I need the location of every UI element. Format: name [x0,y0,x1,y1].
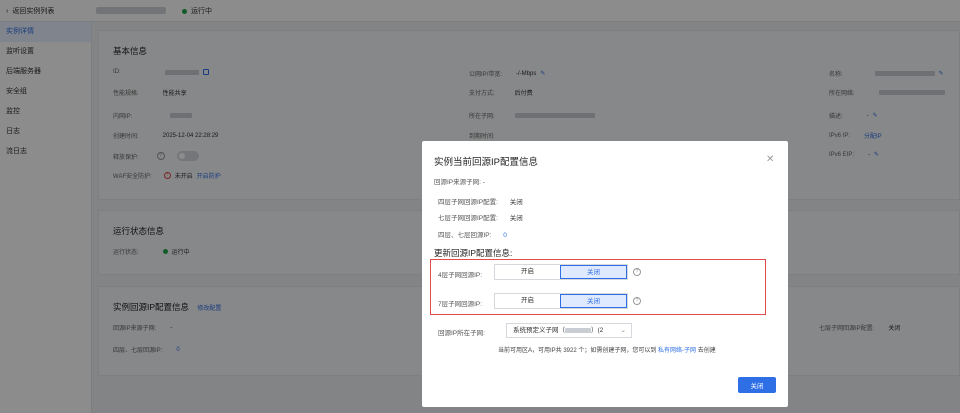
chevron-down-icon: ⌄ [620,327,626,334]
row7-on-option[interactable]: 开启 [495,294,560,308]
modal-l4-row: 四层子网回源IP配置: 关闭 [438,199,523,206]
row7-label: 7层子网回源IP: [438,301,483,308]
row4-off-option[interactable]: 关闭 [560,265,627,279]
row4-switch: 开启 关闭 [494,264,628,280]
close-button[interactable]: 关闭 [738,377,776,393]
origin-ip-modal: 实例当前回源IP配置信息 ✕ 回源IP来源子网: - 四层子网回源IP配置: 关… [422,141,788,407]
vpc-subnet-link[interactable]: 私有网络-子网 [658,348,696,354]
row7-off-option[interactable]: 关闭 [560,294,627,308]
row4-help-icon[interactable]: ? [633,268,641,276]
row4-on-option[interactable]: 开启 [495,265,560,279]
subnet-select-label: 回源IP所在子网: [438,330,485,337]
close-icon[interactable]: ✕ [766,154,774,165]
row4-label: 4层子网回源IP: [438,272,483,279]
available-ip-hint: 当前可用区A，可用IP共 3922 个；如需创建子网，您可以到 私有网络-子网 … [498,348,716,354]
subnet-select[interactable]: 系统预定义子网（ ）(2 ⌄ [506,323,632,338]
modal-l47-row: 四层、七层回源IP: 0 [438,232,507,239]
modal-title: 实例当前回源IP配置信息 [434,157,538,168]
update-section-title: 更新回源IP配置信息: [434,248,513,258]
modal-l7-row: 七层子网回源IP配置: 关闭 [438,215,523,222]
row7-switch: 开启 关闭 [494,293,628,309]
row7-help-icon[interactable]: ? [633,297,641,305]
modal-source-row: 回源IP来源子网: - [434,179,485,186]
